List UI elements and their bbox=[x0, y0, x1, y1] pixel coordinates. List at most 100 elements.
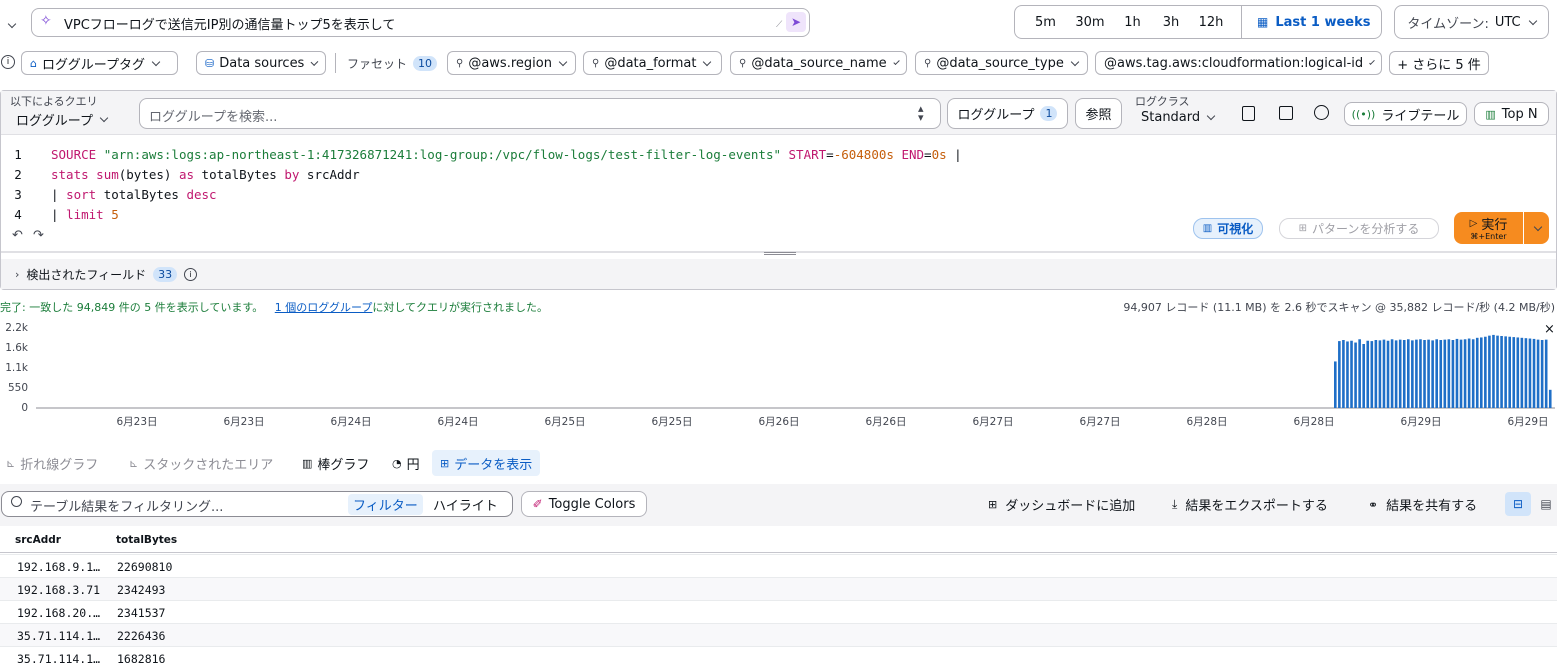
histogram-bar[interactable] bbox=[1427, 339, 1430, 408]
histogram-bar[interactable] bbox=[1496, 335, 1499, 408]
histogram-bar[interactable] bbox=[1516, 337, 1520, 408]
export-results-button[interactable]: ⤓ 結果をエクスポートする bbox=[1172, 495, 1328, 514]
resize-grip[interactable] bbox=[764, 252, 796, 255]
histogram-bar[interactable] bbox=[1512, 337, 1516, 408]
histogram-bar[interactable] bbox=[1504, 336, 1507, 408]
run-options-dropdown[interactable] bbox=[1524, 212, 1549, 244]
time-option-1h[interactable]: 1h bbox=[1112, 15, 1153, 30]
histogram-bar[interactable] bbox=[1419, 339, 1422, 408]
histogram-bar[interactable] bbox=[1488, 335, 1491, 408]
text-view-icon[interactable]: ▤ bbox=[1535, 492, 1557, 516]
histogram-bar[interactable] bbox=[1415, 339, 1418, 408]
histogram-bar[interactable] bbox=[1463, 339, 1467, 408]
histogram-bar[interactable] bbox=[1524, 338, 1528, 408]
log-group-tags-filter[interactable]: ⌂ ロググループタグ bbox=[21, 51, 178, 75]
undo-icon[interactable]: ↶ bbox=[12, 228, 23, 243]
log-group-search-input[interactable]: ロググループを検索... ▴ ▾ bbox=[139, 98, 941, 129]
histogram-bar[interactable] bbox=[1370, 341, 1374, 408]
log-class-selector[interactable]: ログクラス Standard bbox=[1135, 93, 1225, 131]
tab-bar-chart[interactable]: ▥ 棒グラフ bbox=[302, 452, 369, 474]
histogram-bar[interactable] bbox=[1350, 340, 1353, 408]
histogram-bar[interactable] bbox=[1471, 339, 1475, 408]
histogram-bar[interactable] bbox=[1459, 339, 1463, 408]
histogram-bar[interactable] bbox=[1528, 338, 1532, 408]
histogram-bar[interactable] bbox=[1374, 340, 1378, 408]
histogram-bar[interactable] bbox=[1475, 337, 1479, 408]
table-filter-input[interactable]: テーブル結果をフィルタリング... フィルター ハイライト bbox=[1, 491, 513, 517]
more-facets-button[interactable]: + さらに 5 件 bbox=[1389, 51, 1489, 75]
histogram-bar[interactable] bbox=[1451, 340, 1455, 408]
data-sources-filter[interactable]: ⛁ Data sources bbox=[196, 51, 326, 75]
histogram-bar[interactable] bbox=[1520, 337, 1524, 408]
histogram-bar[interactable] bbox=[1382, 339, 1386, 408]
facet-chip-region[interactable]: ⚲ @aws.region bbox=[447, 51, 576, 75]
histogram-bar[interactable] bbox=[1532, 338, 1536, 408]
add-to-dashboard-button[interactable]: ⊞ ダッシュボードに追加 bbox=[988, 495, 1135, 514]
save-icon[interactable] bbox=[1279, 106, 1293, 120]
column-header-totalbytes[interactable]: totalBytes bbox=[116, 534, 177, 546]
facet-chip-cloudformation[interactable]: @aws.tag.aws:cloudformation:logical-id bbox=[1095, 51, 1382, 75]
live-tail-button[interactable]: ((•)) ライブテール bbox=[1344, 102, 1467, 126]
history-icon[interactable] bbox=[1314, 105, 1329, 120]
saved-queries-icon[interactable] bbox=[1242, 106, 1255, 121]
info-icon[interactable]: i bbox=[1, 55, 15, 69]
send-icon[interactable]: ➤ bbox=[786, 12, 806, 32]
histogram-bar[interactable] bbox=[1540, 340, 1544, 408]
histogram-bar[interactable] bbox=[1398, 339, 1402, 408]
run-button[interactable]: ▷ 実行 ⌘+Enter bbox=[1454, 212, 1523, 244]
facet-chip-data-format[interactable]: ⚲ @data_format bbox=[583, 51, 722, 75]
column-header-srcaddr[interactable]: srcAddr bbox=[15, 534, 61, 546]
histogram-bar[interactable] bbox=[1390, 339, 1394, 408]
histogram-bar[interactable] bbox=[1548, 389, 1552, 408]
code-line[interactable]: 4 | limit 5 bbox=[0, 204, 119, 224]
info-icon[interactable]: i bbox=[184, 267, 198, 281]
histogram-bar[interactable] bbox=[1431, 340, 1434, 408]
table-row[interactable]: 192.168.3.71 2342493 bbox=[0, 577, 1557, 600]
histogram-bar[interactable] bbox=[1455, 338, 1459, 408]
query-by-selector[interactable]: 以下によるクエリ ロググループ bbox=[10, 93, 130, 131]
tab-line-chart[interactable]: ⊾ 折れ線グラフ bbox=[6, 452, 98, 474]
histogram-bar[interactable] bbox=[1447, 339, 1451, 408]
histogram-bar[interactable] bbox=[1362, 344, 1365, 408]
histogram-bar[interactable] bbox=[1508, 336, 1511, 408]
histogram-bar[interactable] bbox=[1411, 340, 1414, 408]
histogram-bar[interactable] bbox=[1480, 337, 1483, 408]
redo-icon[interactable]: ↷ bbox=[33, 228, 44, 243]
filter-mode-button[interactable]: フィルター bbox=[348, 494, 423, 515]
histogram-bar[interactable] bbox=[1484, 336, 1487, 408]
histogram-bar[interactable] bbox=[1378, 340, 1382, 408]
tab-pie[interactable]: ◔ 円 bbox=[392, 452, 420, 474]
histogram-bar[interactable] bbox=[1500, 336, 1503, 408]
code-line[interactable]: 2 stats sum(bytes) as totalBytes by srcAd… bbox=[0, 164, 359, 184]
histogram-bar[interactable] bbox=[1467, 338, 1471, 408]
time-option-selected[interactable]: ▦ Last 1 weeks bbox=[1257, 15, 1370, 30]
browse-button[interactable]: 参照 bbox=[1075, 98, 1122, 129]
query-prompt-box[interactable]: ✧ VPCフローログで送信元IP別の通信量トップ5を表示して ⟋ ➤ bbox=[31, 8, 810, 37]
histogram-bar[interactable] bbox=[1354, 342, 1357, 408]
histogram-bar[interactable] bbox=[1394, 340, 1398, 408]
analyze-patterns-button[interactable]: ⊞ パターンを分析する bbox=[1279, 218, 1439, 239]
toggle-colors-button[interactable]: ✐ Toggle Colors bbox=[521, 491, 647, 517]
share-results-button[interactable]: ⚭ 結果を共有する bbox=[1368, 495, 1477, 515]
histogram-bar[interactable] bbox=[1492, 334, 1495, 408]
time-option-3h[interactable]: 3h bbox=[1153, 15, 1189, 30]
table-view-icon[interactable]: ⊟ bbox=[1505, 492, 1531, 516]
tab-show-data[interactable]: ⊞ データを表示 bbox=[432, 450, 541, 476]
tab-stacked-area[interactable]: ⊾ スタックされたエリア bbox=[129, 452, 273, 474]
timezone-selector[interactable]: タイムゾーン: UTC bbox=[1394, 5, 1549, 39]
histogram-bar[interactable] bbox=[1342, 340, 1345, 408]
time-option-12h[interactable]: 12h bbox=[1189, 15, 1233, 30]
facet-chip-data-source-type[interactable]: ⚲ @data_source_type bbox=[915, 51, 1088, 75]
facet-chip-data-source-name[interactable]: ⚲ @data_source_name bbox=[730, 51, 907, 75]
table-row[interactable]: 35.71.114.1… 1682816 bbox=[0, 646, 1557, 668]
code-line[interactable]: 1 SOURCE "arn:aws:logs:ap-northeast-1:417… bbox=[0, 144, 961, 164]
histogram-bar[interactable] bbox=[1443, 339, 1447, 408]
histogram-bar[interactable] bbox=[1338, 341, 1341, 408]
histogram-bar[interactable] bbox=[1346, 341, 1349, 408]
histogram-bar[interactable] bbox=[1544, 339, 1548, 408]
histogram-bar[interactable] bbox=[1358, 339, 1361, 408]
log-group-button[interactable]: ロググループ 1 bbox=[947, 98, 1068, 129]
time-option-5m[interactable]: 5m bbox=[1023, 15, 1068, 30]
code-line[interactable]: 3 | sort totalBytes desc bbox=[0, 184, 216, 204]
histogram-bar[interactable] bbox=[1334, 361, 1337, 408]
